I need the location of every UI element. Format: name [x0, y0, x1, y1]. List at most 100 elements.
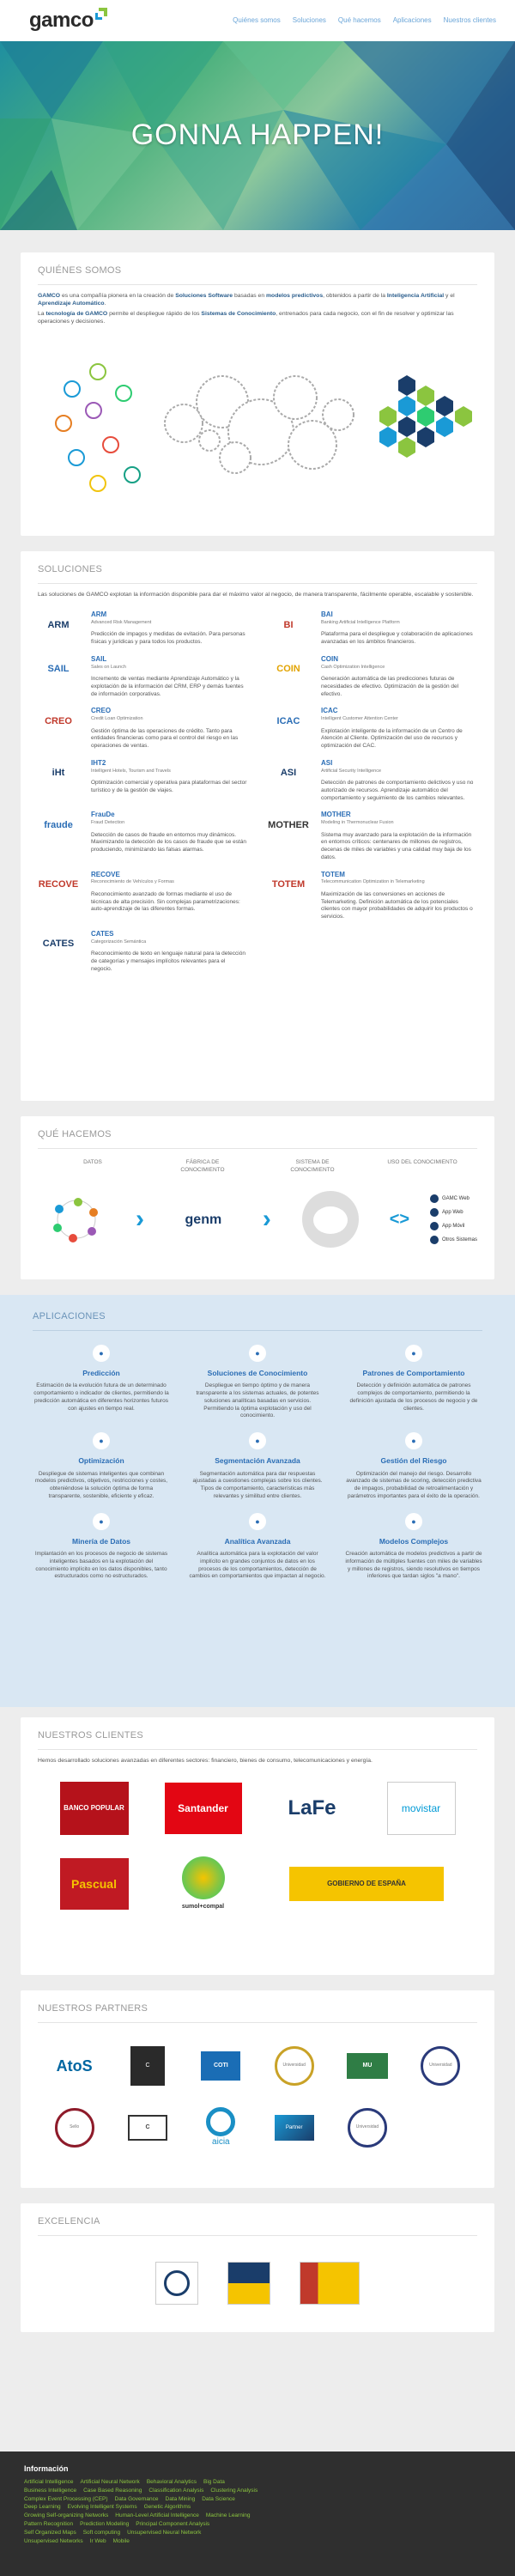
- solution-name[interactable]: ARM: [91, 611, 247, 620]
- solution-subtitle: Intelligent Hotels, Tourism and Travels: [91, 768, 171, 774]
- footer: Información Artificial Intelligence Artif…: [0, 2451, 515, 2576]
- solution-subtitle: Fraud Detection: [91, 820, 125, 826]
- process-steps-visual: › genm › <> GAMC Web App Web App Móvil O…: [38, 1181, 477, 1258]
- partners-title: NUESTROS PARTNERS: [38, 2002, 477, 2023]
- partner-logo: C: [125, 2105, 170, 2150]
- solution-logo: ICAC: [276, 715, 300, 726]
- data-sources-icon: [38, 1194, 115, 1245]
- footer-tag-link[interactable]: Data Science: [202, 2496, 235, 2504]
- about-paragraph-1: GAMCO es una compañía pionera en la crea…: [38, 292, 455, 307]
- application-item: ● Patrones de Comportamiento Detección y…: [345, 1344, 482, 1420]
- clients-intro: Hemos desarrollado soluciones avanzadas …: [38, 1757, 373, 1764]
- application-icon: ●: [93, 1344, 110, 1362]
- footer-tag-link[interactable]: Classification Analysis: [148, 2488, 203, 2495]
- footer-tag-link[interactable]: Machine Learning: [206, 2512, 251, 2520]
- application-description: Segmentación automática para dar respues…: [192, 1470, 323, 1499]
- gamco-logo[interactable]: gamco: [29, 8, 107, 31]
- footer-tag-link[interactable]: Case Based Reasoning: [83, 2488, 142, 2495]
- footer-tag-link[interactable]: Growing Self-organizing Networks: [24, 2512, 108, 2520]
- what-we-do-section: QUÉ HACEMOS DATOS FÁBRICA DE CONOCIMIENT…: [21, 1116, 494, 1279]
- footer-tag-link[interactable]: Data Mining: [166, 2496, 196, 2504]
- solution-description: Reconocimiento avanzado de formas median…: [91, 890, 240, 913]
- solution-name[interactable]: BAI: [321, 611, 477, 620]
- application-item: ● Modelos Complejos Creación automática …: [345, 1512, 482, 1582]
- application-description: Detección y definición automática de pat…: [349, 1382, 478, 1412]
- solution-logo: COIN: [276, 664, 300, 675]
- partner-logos: AtoS C COTI Universidad MU Universidad S…: [38, 2044, 477, 2150]
- solution-subtitle: Intelligent Customer Attention Center: [321, 716, 398, 722]
- footer-tag-link[interactable]: Self Organized Maps: [24, 2530, 76, 2537]
- application-title: Soluciones de Conocimiento: [207, 1368, 308, 1377]
- footer-tag-link[interactable]: Complex Event Processing (CEP): [24, 2496, 108, 2504]
- solution-name[interactable]: CREO: [91, 707, 247, 716]
- footer-tag-link[interactable]: Prediction Modeling: [80, 2521, 129, 2529]
- solution-description: Sistema muy avanzado para la explotación…: [321, 831, 472, 860]
- footer-tag-link[interactable]: Unsupervised Neural Network: [127, 2530, 201, 2537]
- hexagon-cluster-icon: [379, 374, 472, 458]
- solution-name[interactable]: MOTHER: [321, 811, 477, 820]
- footer-tag-link[interactable]: Genetic Algorithms: [144, 2504, 191, 2512]
- footer-tag-link[interactable]: Clustering Analysis: [210, 2488, 258, 2495]
- application-description: Despliegue en tiempo óptimo y de manera …: [196, 1382, 319, 1419]
- footer-tag-link[interactable]: Evolving Intelligent Systems: [68, 2504, 137, 2512]
- application-item: ● Predicción Estimación de la evolución …: [33, 1344, 170, 1420]
- footer-tag-link[interactable]: Principal Component Analysis: [136, 2521, 209, 2529]
- footer-tag-link[interactable]: Behavioral Analytics: [147, 2479, 197, 2487]
- footer-tag-link[interactable]: Soft computing: [83, 2530, 120, 2537]
- knowledge-factory-logo: genm: [185, 1212, 222, 1227]
- footer-tag-link[interactable]: Human-Level Artificial Intelligence: [115, 2512, 199, 2520]
- partner-logo: C: [125, 2044, 170, 2088]
- solution-item: COIN COIN Cash Optimization Intelligence…: [268, 655, 477, 699]
- solution-name[interactable]: ICAC: [321, 707, 477, 716]
- solution-name[interactable]: RECOVE: [91, 871, 247, 880]
- nav-item-nuestros-clientes[interactable]: Nuestros clientes: [444, 16, 496, 26]
- solution-name[interactable]: ASI: [321, 759, 477, 769]
- partner-logo-aicia: aicia: [198, 2105, 243, 2150]
- footer-tag-link[interactable]: Ir Web: [90, 2538, 106, 2546]
- solution-item: CATES CATES Categorización Semántica Rec…: [38, 930, 247, 974]
- main-nav: Quiénes somos Soluciones Qué hacemos Apl…: [233, 16, 496, 26]
- application-icon: ●: [405, 1344, 422, 1362]
- solution-subtitle: Sales on Launch: [91, 664, 126, 670]
- solution-item: ICAC ICAC Intelligent Customer Attention…: [268, 707, 477, 750]
- application-item: ● Optimización Despliegue de sistemas in…: [33, 1432, 170, 1501]
- solution-description: Generación automática de las prediccione…: [321, 675, 459, 697]
- footer-tag-link[interactable]: Pattern Recognition: [24, 2521, 73, 2529]
- solution-name[interactable]: SAIL: [91, 655, 247, 665]
- client-logo-sumol-compal: sumol+compal: [155, 1854, 251, 1914]
- footer-tag-link[interactable]: Data Governance: [115, 2496, 159, 2504]
- application-item: ● Minería de Datos Implantación en los p…: [33, 1512, 170, 1582]
- nav-item-soluciones[interactable]: Soluciones: [293, 16, 326, 26]
- footer-tag-list: Artificial Intelligence Artificial Neural…: [24, 2479, 264, 2545]
- footer-title: Información: [24, 2464, 69, 2473]
- solution-logo: MOTHER: [268, 819, 309, 830]
- solution-name[interactable]: IHT2: [91, 759, 247, 769]
- application-icon: ●: [93, 1512, 110, 1530]
- nav-item-aplicaciones[interactable]: Aplicaciones: [393, 16, 432, 26]
- solution-name[interactable]: FrauDe: [91, 811, 247, 820]
- solution-name[interactable]: CATES: [91, 930, 247, 939]
- footer-tag-link[interactable]: Artificial Neural Network: [80, 2479, 139, 2487]
- solution-logo: CREO: [45, 715, 72, 726]
- excellence-logo: [155, 2261, 198, 2305]
- footer-tag-link[interactable]: Mobile: [113, 2538, 130, 2546]
- client-logo-santander: Santander: [155, 1778, 251, 1838]
- solution-logo: ARM: [47, 619, 70, 630]
- solution-item: ARM ARM Advanced Risk Management Predicc…: [38, 611, 247, 647]
- solution-name[interactable]: TOTEM: [321, 871, 477, 880]
- solution-logo: RECOVE: [38, 879, 79, 890]
- footer-tag-link[interactable]: Big Data: [203, 2479, 225, 2487]
- solution-item: MOTHER MOTHER Modeling in Thermonuclear …: [268, 811, 477, 861]
- solution-name[interactable]: COIN: [321, 655, 477, 665]
- use-item: App Web: [429, 1208, 477, 1218]
- footer-tag-link[interactable]: Unsupervised Networks: [24, 2538, 83, 2546]
- solution-logo: iHt: [52, 768, 65, 779]
- use-item: Otros Sistemas: [429, 1236, 477, 1245]
- footer-tag-link[interactable]: Deep Learning: [24, 2504, 61, 2512]
- solution-item: BI BAI Banking Artificial Intelligence P…: [268, 611, 477, 647]
- footer-tag-link[interactable]: Artificial Intelligence: [24, 2479, 73, 2487]
- application-description: Optimización del manejo del riesgo. Desa…: [346, 1470, 482, 1499]
- nav-item-que-hacemos[interactable]: Qué hacemos: [338, 16, 381, 26]
- nav-item-quienes-somos[interactable]: Quiénes somos: [233, 16, 281, 26]
- footer-tag-link[interactable]: Business Intelligence: [24, 2488, 76, 2495]
